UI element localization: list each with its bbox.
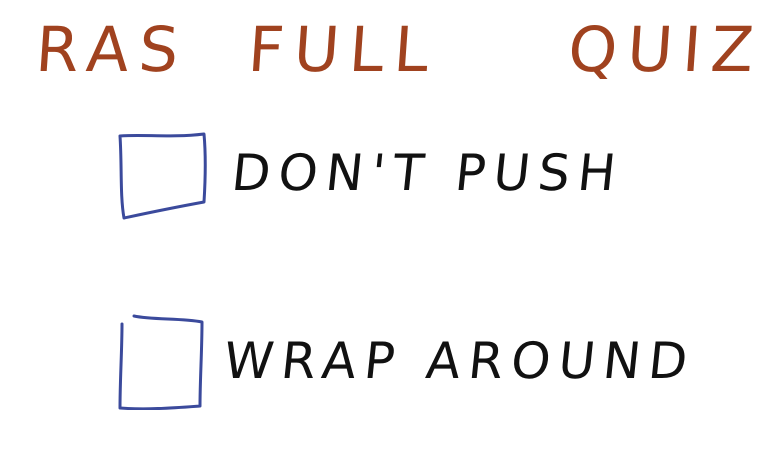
option-label-dont-push: DON'T PUSH — [228, 144, 627, 202]
option-label-wrap-around: WRAP AROUND — [220, 332, 699, 390]
title-word-ras: RAS — [33, 13, 191, 86]
title-word-quiz: QUIZ — [565, 13, 764, 86]
quiz-title: RAS FULL QUIZ — [33, 10, 764, 90]
option-dont-push[interactable]: DON'T PUSH — [0, 126, 764, 236]
checkbox-wrap-around[interactable] — [112, 310, 212, 410]
checkbox-dont-push[interactable] — [112, 126, 212, 226]
quiz-canvas: RAS FULL QUIZ DON'T PUSH WRAP AROUND — [0, 0, 764, 461]
option-wrap-around[interactable]: WRAP AROUND — [0, 310, 764, 420]
title-word-full: FULL — [245, 13, 442, 86]
